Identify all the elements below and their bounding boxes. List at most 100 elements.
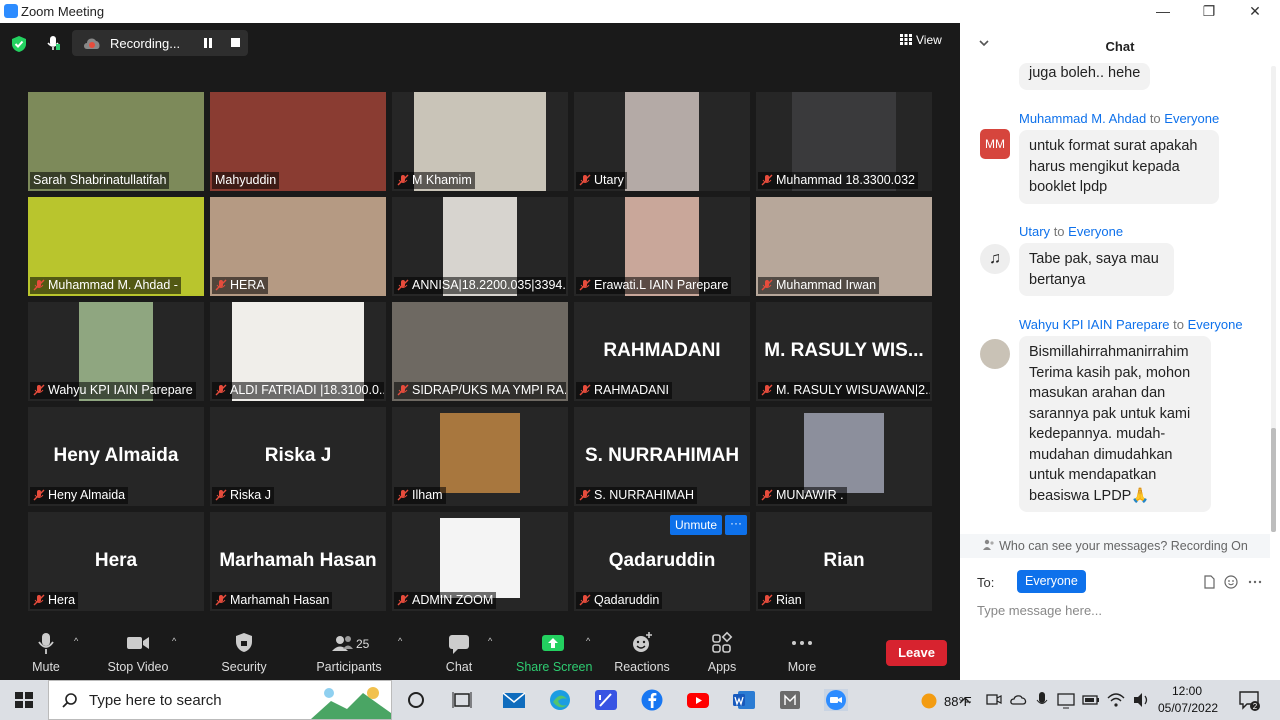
- chat-message-input[interactable]: Type message here...: [977, 603, 1102, 618]
- stop-video-label: Stop Video: [107, 660, 169, 674]
- file-icon[interactable]: [1202, 575, 1216, 589]
- mute-label: Mute: [32, 660, 60, 674]
- view-label: View: [916, 33, 942, 47]
- participant-tile[interactable]: Marhamah Hasan Marhamah Hasan: [210, 512, 386, 611]
- participant-tile[interactable]: Wahyu KPI IAIN Parepare: [28, 302, 204, 401]
- participant-tile[interactable]: Ilham: [392, 407, 568, 506]
- participant-tile[interactable]: Muhammad 18.3300.032: [756, 92, 932, 191]
- share-screen-button[interactable]: Share Screen: [516, 630, 592, 674]
- grid-view-icon: [900, 34, 912, 45]
- participant-tile[interactable]: M. RASULY WIS... M. RASULY WISUAWAN|2...: [756, 302, 932, 401]
- participants-label: Participants: [316, 660, 382, 674]
- who-can-see-notice[interactable]: Who can see your messages? Recording On: [960, 534, 1270, 558]
- task-view-icon[interactable]: [450, 689, 474, 711]
- participants-options-caret[interactable]: ^: [398, 636, 402, 646]
- participant-tile[interactable]: Rian Rian: [756, 512, 932, 611]
- close-button[interactable]: ✕: [1232, 0, 1278, 23]
- more-button[interactable]: More: [786, 630, 818, 674]
- participant-tile[interactable]: RAHMADANI RAHMADANI: [574, 302, 750, 401]
- youtube-icon[interactable]: [686, 689, 710, 711]
- chat-button[interactable]: Chat: [444, 630, 474, 674]
- mute-button[interactable]: Mute: [28, 630, 64, 674]
- chat-sender-line: Wahyu KPI IAIN Parepare to Everyone: [1019, 317, 1243, 332]
- display-icon[interactable]: [1056, 689, 1076, 711]
- participant-tile[interactable]: SIDRAP/UKS MA YMPI RA...: [392, 302, 568, 401]
- apps-button[interactable]: Apps: [706, 630, 738, 674]
- chat-options-caret[interactable]: ^: [488, 636, 492, 646]
- word-icon[interactable]: [732, 689, 756, 711]
- participant-tile[interactable]: Utary: [574, 92, 750, 191]
- chat-sender[interactable]: Muhammad M. Ahdad: [1019, 111, 1146, 126]
- video-options-caret[interactable]: ^: [172, 636, 176, 646]
- stop-video-button[interactable]: Stop Video: [105, 630, 171, 674]
- system-clock[interactable]: 12:00 05/07/2022: [1158, 683, 1218, 717]
- participant-tile[interactable]: M Khamim: [392, 92, 568, 191]
- restore-button[interactable]: ❐: [1186, 0, 1232, 23]
- participant-tile[interactable]: ADMIN ZOOM: [392, 512, 568, 611]
- mail-icon[interactable]: [502, 689, 526, 711]
- windows-start-icon[interactable]: [12, 689, 36, 711]
- taskbar-search-box[interactable]: Type here to search: [48, 680, 392, 720]
- battery-icon[interactable]: [1081, 689, 1101, 711]
- reactions-button[interactable]: Reactions: [614, 630, 670, 674]
- emoji-icon[interactable]: [1224, 575, 1238, 589]
- chat-sender[interactable]: Wahyu KPI IAIN Parepare: [1019, 317, 1170, 332]
- participant-name-label: Marhamah Hasan: [212, 592, 333, 609]
- mic-status-icon[interactable]: [44, 34, 62, 52]
- leave-button[interactable]: Leave: [886, 640, 947, 666]
- participant-tile[interactable]: Mahyuddin: [210, 92, 386, 191]
- recording-indicator[interactable]: Recording...: [72, 30, 248, 56]
- participant-name-label: Muhammad 18.3300.032: [758, 172, 918, 189]
- security-button[interactable]: Security: [218, 630, 270, 674]
- chat-recipient: Everyone: [1164, 111, 1220, 126]
- window-title: Zoom Meeting: [21, 4, 105, 19]
- share-options-caret[interactable]: ^: [586, 636, 590, 646]
- wifi-icon[interactable]: [1106, 689, 1126, 711]
- stop-recording-icon[interactable]: [231, 38, 240, 47]
- onedrive-icon[interactable]: [1010, 689, 1028, 711]
- view-button[interactable]: View: [900, 33, 942, 47]
- tile-more-button[interactable]: ···: [725, 515, 747, 535]
- apps-icon: [712, 631, 733, 653]
- participant-tile[interactable]: HERA: [210, 197, 386, 296]
- participant-tile[interactable]: Heny Almaida Heny Almaida: [28, 407, 204, 506]
- participant-name: Sarah Shabrinatullatifah: [33, 173, 167, 187]
- participant-tile[interactable]: MUNAWIR .: [756, 407, 932, 506]
- participant-name: Ilham: [412, 488, 443, 502]
- cortana-icon[interactable]: [404, 689, 428, 711]
- minimize-button[interactable]: —: [1140, 0, 1186, 23]
- participant-tile[interactable]: Riska J Riska J: [210, 407, 386, 506]
- participant-tile[interactable]: Sarah Shabrinatullatifah: [28, 92, 204, 191]
- facebook-icon[interactable]: [640, 689, 664, 711]
- chat-scrollbar[interactable]: [1270, 66, 1277, 532]
- tray-microphone-icon[interactable]: [1034, 689, 1050, 711]
- participant-tile[interactable]: Muhammad Irwan: [756, 197, 932, 296]
- encryption-shield-icon[interactable]: [10, 35, 28, 53]
- chat-sender[interactable]: Utary: [1019, 224, 1050, 239]
- participant-name-label: S. NURRAHIMAH: [576, 487, 698, 504]
- participants-button[interactable]: 25 Participants: [314, 630, 384, 674]
- edge-browser-icon[interactable]: [548, 689, 572, 711]
- meet-now-icon[interactable]: [985, 689, 1003, 711]
- zoom-taskbar-icon[interactable]: [824, 689, 848, 711]
- participant-tile[interactable]: Muhammad M. Ahdad -: [28, 197, 204, 296]
- participant-tile[interactable]: ANNISA|18.2200.035|3394...: [392, 197, 568, 296]
- mute-options-caret[interactable]: ^: [74, 636, 78, 646]
- participant-tile[interactable]: Qadaruddin Qadaruddin: [574, 512, 750, 611]
- chat-panel: Chat juga boleh.. hehe Muhammad M. Ahdad…: [960, 23, 1280, 680]
- speaker-icon[interactable]: [1131, 689, 1151, 711]
- mendeley-icon[interactable]: [778, 689, 802, 711]
- tray-chevron-up-icon[interactable]: [958, 689, 972, 711]
- participant-tile[interactable]: Erawati.L IAIN Parepare: [574, 197, 750, 296]
- more-options-icon[interactable]: [1248, 575, 1262, 589]
- unmute-button[interactable]: Unmute: [670, 515, 722, 535]
- editor-app-icon[interactable]: [594, 689, 618, 711]
- participant-tile[interactable]: Hera Hera: [28, 512, 204, 611]
- pause-recording-icon[interactable]: [203, 38, 213, 48]
- recipient-dropdown[interactable]: Everyone ˅: [1017, 570, 1086, 611]
- video-camera-icon: [127, 637, 149, 649]
- participant-tile[interactable]: ALDI FATRIADI |18.3100.0...: [210, 302, 386, 401]
- notification-icon[interactable]: 2: [1238, 689, 1260, 711]
- chat-message-bubble: Tabe pak, saya mau bertanya: [1019, 243, 1174, 297]
- participant-tile[interactable]: S. NURRAHIMAH S. NURRAHIMAH: [574, 407, 750, 506]
